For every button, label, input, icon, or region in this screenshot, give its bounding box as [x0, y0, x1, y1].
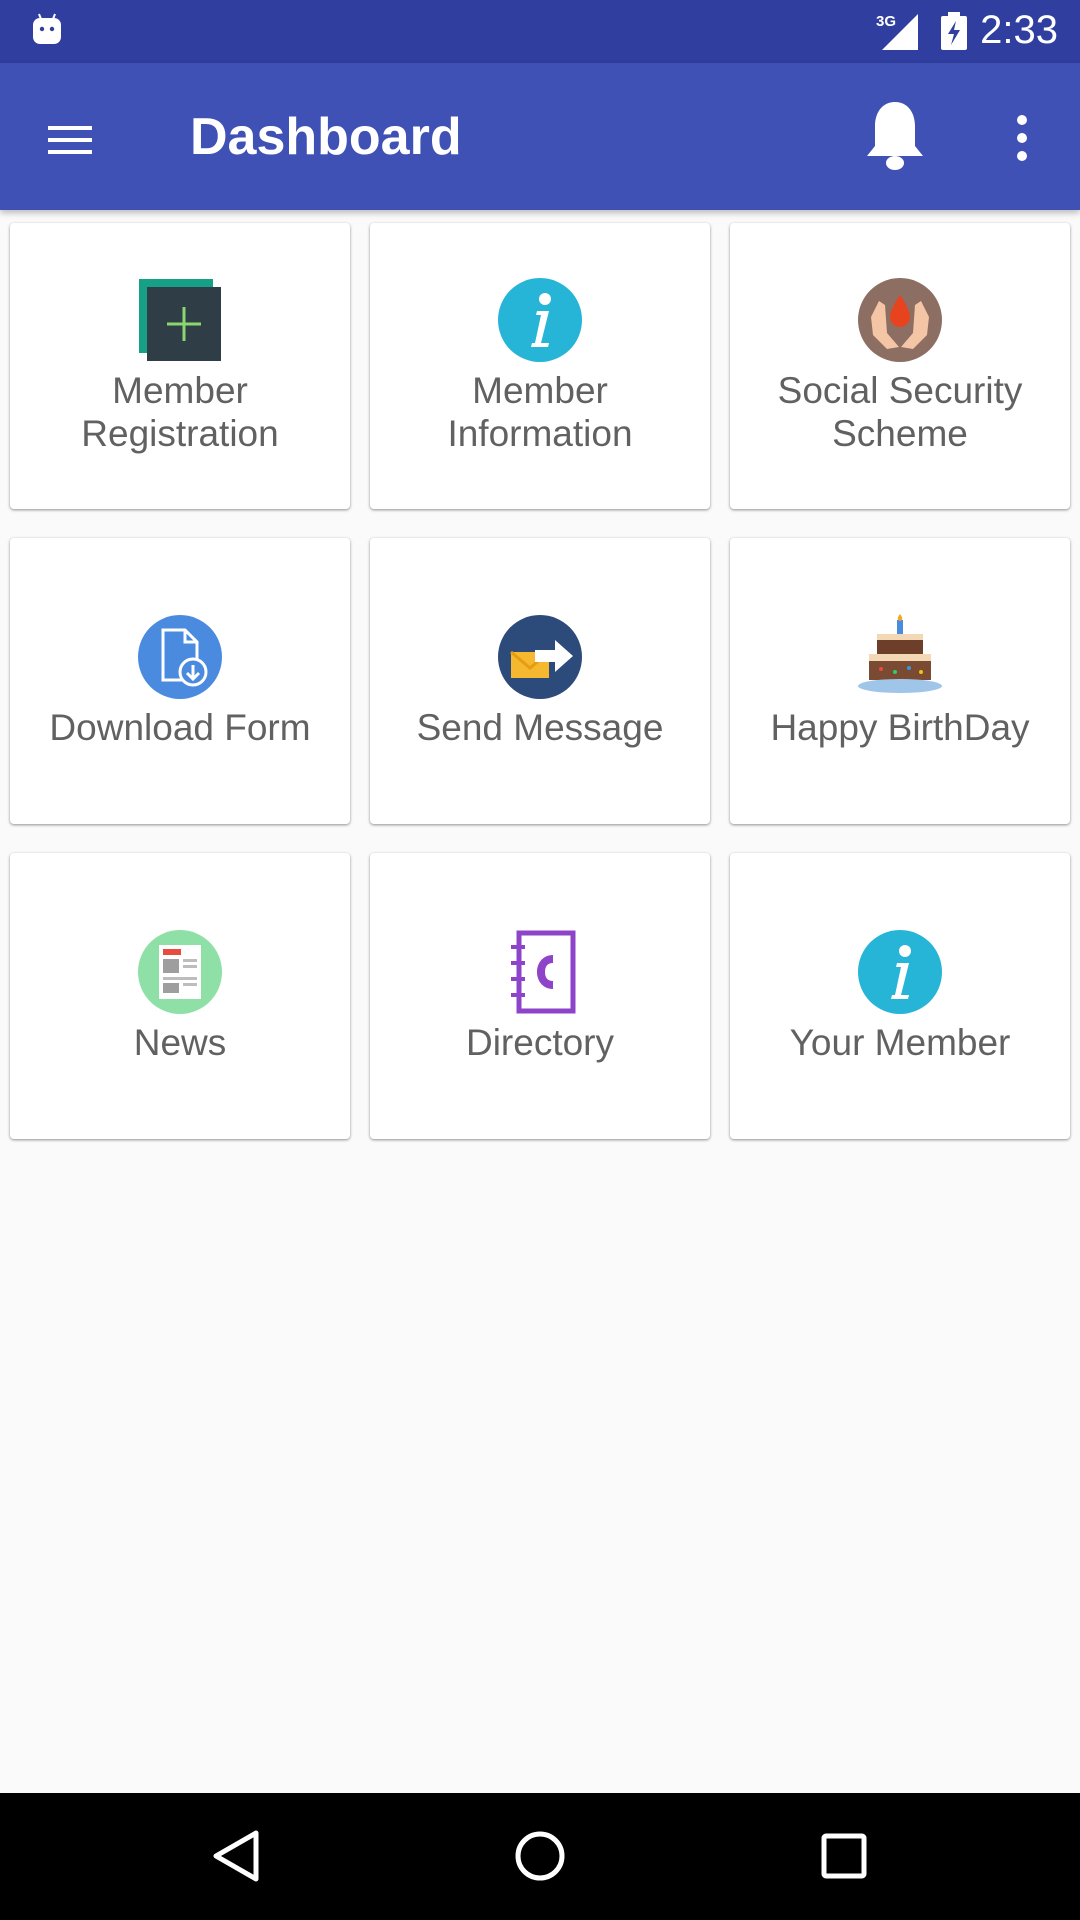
tile-label: Member Information: [447, 370, 633, 454]
tile-directory[interactable]: Directory: [370, 853, 710, 1139]
tile-label: Directory: [465, 1021, 615, 1063]
navigation-bar: [0, 1793, 1080, 1920]
tile-label: News: [133, 1021, 227, 1063]
tile-news[interactable]: News: [10, 853, 350, 1139]
app-bar: Dashboard: [0, 63, 1080, 210]
send-mail-icon: [498, 614, 582, 699]
tile-your-member[interactable]: Your Member: [730, 853, 1070, 1139]
info-icon: [498, 278, 582, 362]
android-icon: [33, 13, 61, 44]
tile-label: Your Member: [789, 1021, 1011, 1063]
back-icon[interactable]: [201, 1821, 271, 1891]
tile-label: Send Message: [416, 706, 664, 748]
tile-label: Happy BirthDay: [770, 706, 1030, 748]
info-icon: [858, 929, 942, 1014]
birthday-cake-icon: [858, 613, 942, 693]
signal-icon: 3G: [876, 13, 918, 50]
more-options-icon[interactable]: [1000, 108, 1044, 168]
clock: 2:33: [980, 8, 1058, 52]
status-bar: 3G 2:33: [0, 0, 1080, 63]
add-icon: [139, 279, 221, 361]
home-icon[interactable]: [505, 1821, 575, 1891]
network-type-label: 3G: [876, 13, 896, 30]
blood-donation-icon: [858, 278, 942, 362]
phone-book-icon: [511, 930, 576, 1013]
dashboard-grid: Member Registration Member Information S…: [10, 223, 1070, 1139]
tile-send-message[interactable]: Send Message: [370, 538, 710, 824]
download-file-icon: [138, 614, 222, 699]
menu-icon[interactable]: [40, 108, 100, 168]
tile-social-security-scheme[interactable]: Social Security Scheme: [730, 223, 1070, 509]
recent-apps-icon[interactable]: [809, 1821, 879, 1891]
tile-happy-birthday[interactable]: Happy BirthDay: [730, 538, 1070, 824]
tile-label: Social Security Scheme: [777, 370, 1023, 454]
battery-icon: [941, 12, 967, 50]
tile-label: Download Form: [49, 706, 311, 748]
tile-member-registration[interactable]: Member Registration: [10, 223, 350, 509]
notification-bell-icon[interactable]: [860, 98, 930, 178]
page-title: Dashboard: [190, 108, 462, 166]
tile-label: Member Registration: [81, 370, 279, 454]
tile-download-form[interactable]: Download Form: [10, 538, 350, 824]
tile-member-information[interactable]: Member Information: [370, 223, 710, 509]
newspaper-icon: [138, 929, 222, 1014]
